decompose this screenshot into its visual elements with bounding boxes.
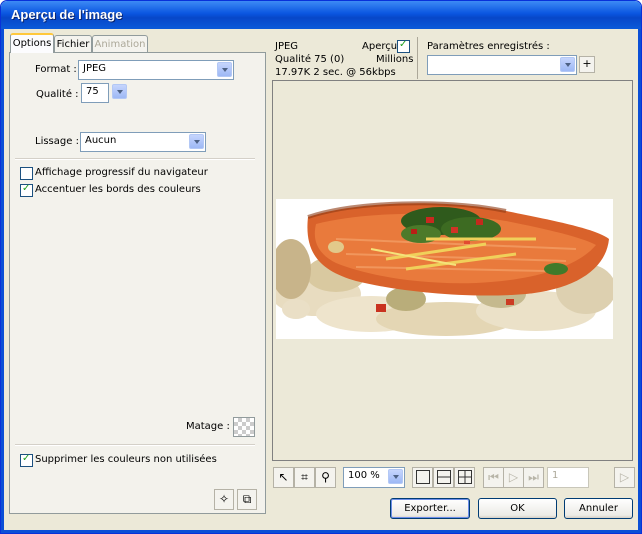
ok-button[interactable]: OK [478,498,557,519]
zoom-tool-icon[interactable]: ⚲ [315,467,336,488]
remove-unused-label: Supprimer les couleurs non utilisées [35,454,217,465]
info-colors: Millions [376,54,414,65]
preview-checkbox[interactable]: ✓ [397,39,410,53]
smoothing-label: Lissage : [35,136,79,147]
title-bar[interactable]: Aperçu de l'image [1,1,641,29]
single-view-icon[interactable] [412,467,433,488]
first-frame-icon: ⏮ [483,467,504,488]
format-value: JPEG [83,63,107,74]
info-size-time: 17.97K 2 sec. @ 56kbps [275,67,396,78]
next-frame-icon: ▷ [614,467,635,488]
last-frame-icon: ⏭ [523,467,544,488]
optimize-wizard-icon[interactable]: ✧ [214,489,234,510]
zoom-value: 100 % [348,470,380,481]
matte-label: Matage : [186,421,230,432]
chevron-down-icon[interactable] [560,57,575,72]
window-title: Aperçu de l'image [11,7,123,22]
four-view-icon[interactable] [454,467,475,488]
smoothing-select[interactable]: Aucun [80,132,206,152]
quality-input[interactable]: 75 [81,83,109,103]
tab-animation: Animation [92,35,148,53]
play-icon: ▷ [503,467,524,488]
pointer-tool-icon[interactable]: ↖ [273,467,294,488]
sharpen-checkbox[interactable]: ✓ [20,183,33,197]
matte-swatch[interactable] [233,417,255,437]
format-select[interactable]: JPEG [78,60,234,80]
checkmark-icon: ✓ [399,39,408,50]
preview-label: Aperçu [362,41,398,52]
zoom-select[interactable]: 100 % [343,467,405,488]
frame-left [1,29,4,533]
progressive-checkbox[interactable] [20,167,33,180]
info-format: JPEG [275,41,299,52]
salmon-dish-image [276,199,613,339]
divider [15,444,255,446]
frame-value: 1 [552,470,559,481]
tab-options[interactable]: Options [10,33,54,53]
smoothing-value: Aucun [85,135,117,146]
export-area-icon[interactable]: ⧉ [237,489,257,510]
chevron-down-icon[interactable] [388,469,403,484]
info-quality: Qualité 75 (0) [275,54,345,65]
image-preview-dialog: Aperçu de l'image Options Fichier Animat… [0,0,642,534]
preview-image [276,199,613,339]
frame-right [638,29,641,533]
progressive-label: Affichage progressif du navigateur [35,167,208,178]
two-view-icon[interactable] [433,467,454,488]
remove-unused-checkbox[interactable]: ✓ [20,453,33,467]
chevron-down-icon[interactable] [189,134,204,149]
cancel-button[interactable]: Annuler [564,498,633,519]
sharpen-label: Accentuer les bords des couleurs [35,184,201,195]
divider [15,158,255,160]
format-label: Format : [35,64,77,75]
frame-bottom [1,530,641,533]
export-button[interactable]: Exporter... [390,498,470,519]
chevron-down-icon[interactable] [217,62,232,77]
checkmark-icon: ✓ [22,453,31,464]
frame-select: 1 [547,467,589,488]
crop-tool-icon[interactable]: ⌗ [294,467,315,488]
add-setting-button[interactable]: + [579,56,595,73]
quality-slider-button[interactable] [112,83,127,101]
saved-settings-label: Paramètres enregistrés : [427,41,550,52]
vertical-divider [417,37,418,79]
quality-value: 75 [86,86,99,97]
chevron-down-icon[interactable] [112,84,127,99]
tab-fichier[interactable]: Fichier [54,35,92,53]
saved-settings-select[interactable] [427,55,577,75]
checkmark-icon: ✓ [22,183,31,194]
quality-label: Qualité : [36,89,79,100]
